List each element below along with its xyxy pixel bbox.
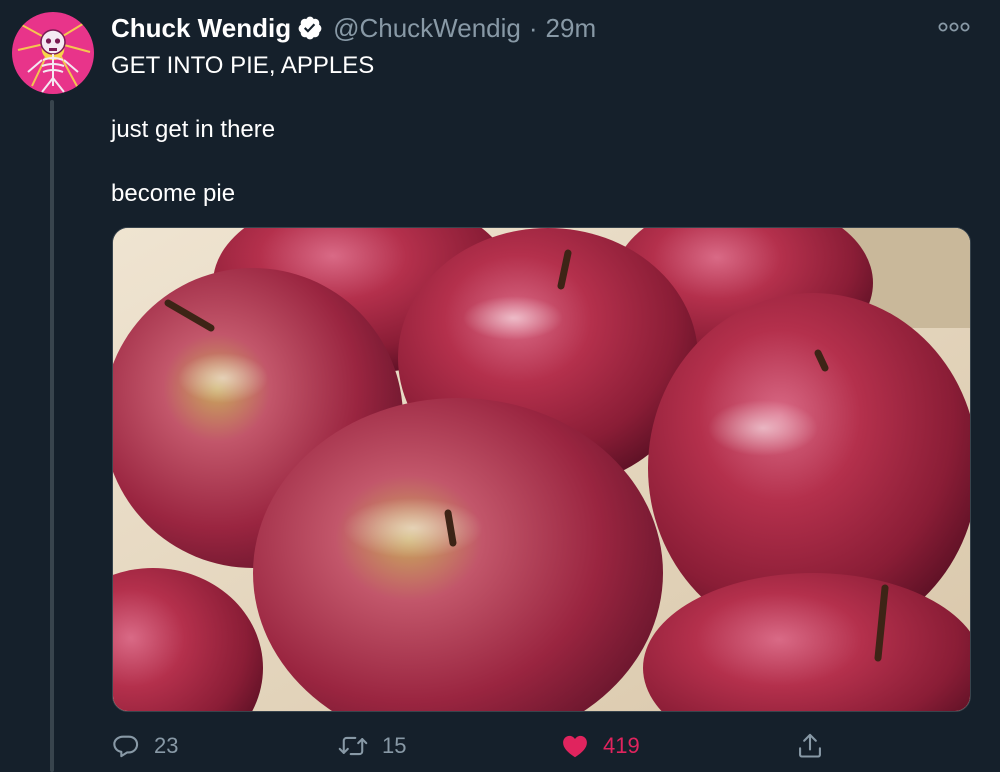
author-handle[interactable]: @ChuckWendig bbox=[333, 13, 521, 44]
more-button[interactable] bbox=[934, 14, 974, 40]
like-count: 419 bbox=[603, 733, 640, 758]
more-icon bbox=[938, 22, 970, 32]
share-button[interactable] bbox=[796, 726, 824, 766]
tweet-text-line: GET INTO PIE, APPLES bbox=[111, 52, 375, 79]
thread-line bbox=[50, 100, 54, 772]
heart-icon bbox=[563, 735, 587, 758]
header-separator: · bbox=[528, 12, 538, 43]
retweet-icon bbox=[338, 736, 368, 756]
reply-icon bbox=[113, 735, 139, 758]
retweet-count: 15 bbox=[382, 733, 407, 758]
tweet-actions: 23 15 419 bbox=[0, 722, 1000, 770]
tweet-timestamp[interactable]: 29m bbox=[546, 13, 597, 44]
reply-button[interactable]: 23 bbox=[112, 726, 178, 766]
tweet-text-line: become pie bbox=[111, 180, 236, 207]
verified-badge-icon bbox=[297, 15, 323, 41]
skeleton-avatar-image bbox=[17, 21, 91, 93]
tweet[interactable]: Chuck Wendig @ChuckWendig · 29m GET INTO… bbox=[0, 0, 1000, 772]
tweet-header: Chuck Wendig @ChuckWendig · 29m bbox=[111, 10, 596, 46]
author-display-name[interactable]: Chuck Wendig bbox=[111, 13, 291, 44]
reply-count: 23 bbox=[154, 733, 179, 758]
apples-photo bbox=[113, 228, 970, 711]
tweet-media-image[interactable] bbox=[112, 227, 971, 712]
like-button[interactable]: 419 bbox=[561, 726, 640, 766]
tweet-text-line: just get in there bbox=[111, 116, 276, 143]
avatar[interactable] bbox=[12, 12, 94, 94]
retweet-button[interactable]: 15 bbox=[338, 726, 406, 766]
share-icon bbox=[799, 733, 821, 758]
